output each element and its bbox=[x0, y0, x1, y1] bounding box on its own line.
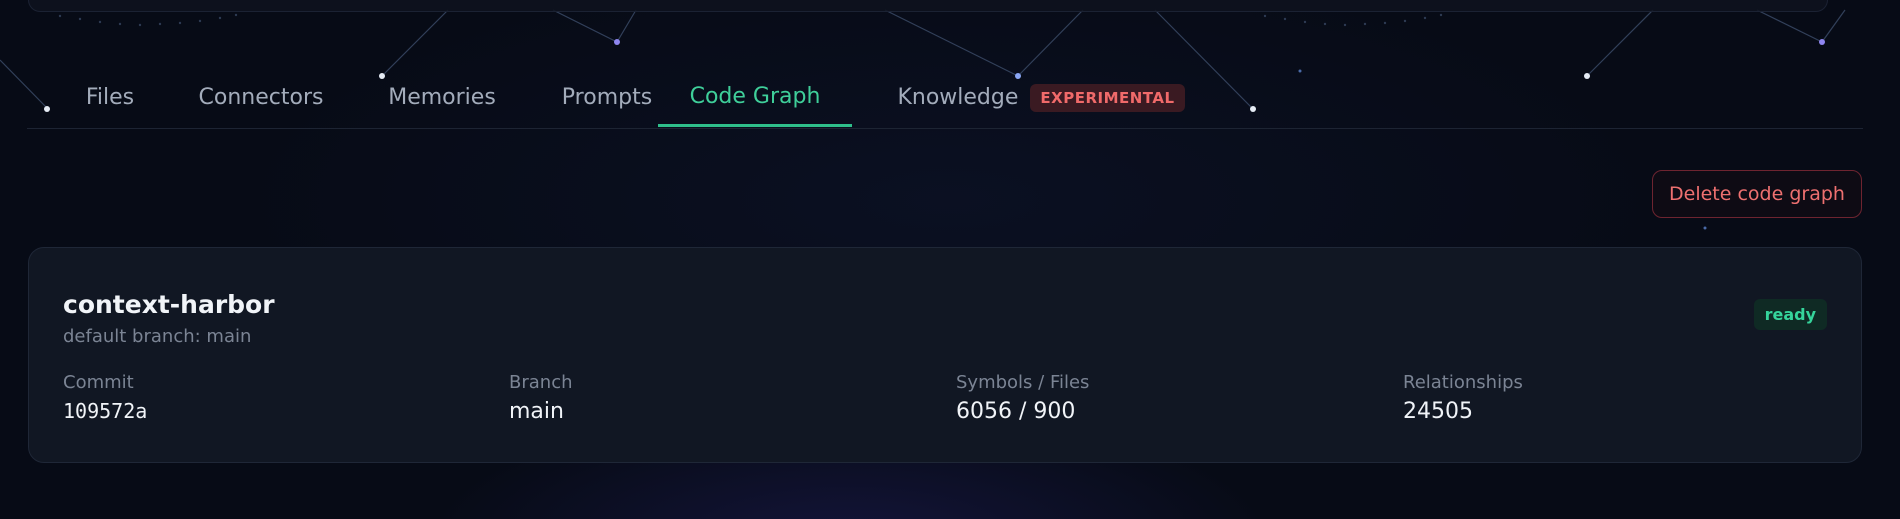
tab-code-graph[interactable]: Code Graph bbox=[658, 68, 852, 127]
tab-label: Files bbox=[85, 85, 135, 110]
delete-code-graph-button[interactable]: Delete code graph bbox=[1652, 170, 1862, 218]
tab-label: Memories bbox=[388, 85, 496, 110]
stat-value: main bbox=[509, 399, 564, 424]
stat-value: 24505 bbox=[1403, 399, 1473, 424]
tab-label: Knowledge bbox=[897, 85, 1019, 110]
stat-value: 6056 / 900 bbox=[956, 399, 1076, 424]
code-graph-page: Files Connectors Memories Prompts Code G… bbox=[0, 0, 1900, 519]
tab-memories[interactable]: Memories bbox=[362, 68, 522, 127]
stat-branch: Branch main bbox=[509, 372, 573, 424]
stat-value: 109572a bbox=[63, 399, 148, 423]
top-toolbar-edge bbox=[28, 0, 1828, 12]
stat-label: Branch bbox=[509, 372, 573, 393]
stat-symbols-files: Symbols / Files 6056 / 900 bbox=[956, 372, 1089, 424]
tab-label: Connectors bbox=[198, 85, 324, 110]
repo-name: context-harbor bbox=[63, 290, 275, 319]
tab-bar: Files Connectors Memories Prompts Code G… bbox=[27, 68, 1863, 129]
repo-card: context-harbor default branch: main read… bbox=[28, 247, 1862, 463]
tab-files[interactable]: Files bbox=[61, 68, 159, 127]
stat-label: Relationships bbox=[1403, 372, 1523, 393]
stat-commit: Commit 109572a bbox=[63, 372, 147, 423]
tab-knowledge[interactable]: Knowledge EXPERIMENTAL bbox=[885, 68, 1197, 127]
stat-label: Commit bbox=[63, 372, 134, 393]
tab-label: Prompts bbox=[561, 85, 653, 110]
stat-relationships: Relationships 24505 bbox=[1403, 372, 1523, 424]
stat-label: Symbols / Files bbox=[956, 372, 1090, 393]
tab-connectors[interactable]: Connectors bbox=[173, 68, 349, 127]
repo-default-branch: default branch: main bbox=[63, 326, 252, 347]
tab-label: Code Graph bbox=[689, 83, 821, 109]
experimental-badge: EXPERIMENTAL bbox=[1030, 83, 1185, 112]
status-badge: ready bbox=[1753, 299, 1827, 330]
